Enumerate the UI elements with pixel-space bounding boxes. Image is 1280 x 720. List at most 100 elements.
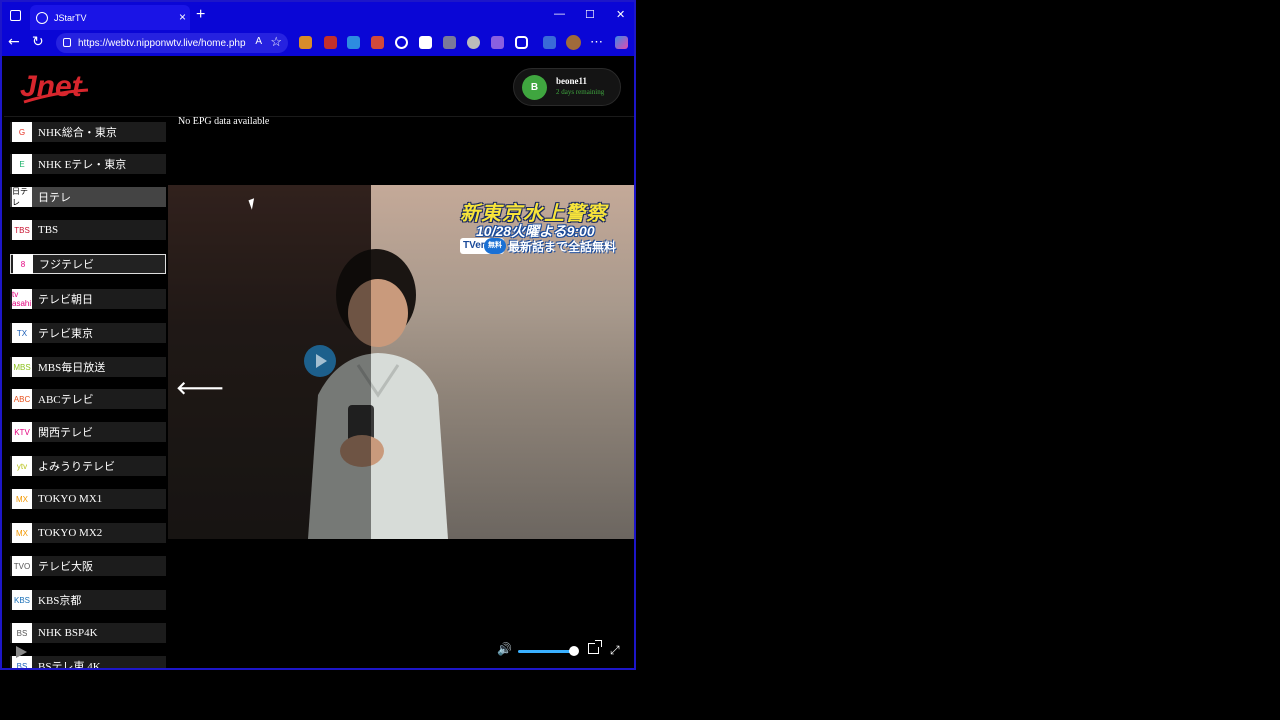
avatar: B xyxy=(522,75,547,100)
close-button[interactable]: ✕ xyxy=(616,8,625,21)
channel-label: 日テレ xyxy=(38,192,71,204)
channel-logo-icon: E xyxy=(12,154,32,174)
video-player[interactable]: 新東京水上警察 10/28火曜よる9:00 TVer 無料 最新話まで全話無料 xyxy=(168,185,634,539)
tab-jstartv[interactable]: JStarTV × xyxy=(30,5,190,30)
channel-label: NHK BSP4K xyxy=(38,627,98,639)
tver-logo: TVer 無料 xyxy=(460,238,506,254)
video-left-shade xyxy=(168,185,371,539)
volume-slider[interactable] xyxy=(518,650,574,653)
epg-message: No EPG data available xyxy=(178,116,270,127)
channel-logo-icon: KTV xyxy=(12,422,32,442)
channel-label: テレビ朝日 xyxy=(38,294,93,306)
refresh-icon[interactable]: ↻ xyxy=(32,34,44,50)
address-bar-row: ← ↻ https://webtv.nipponwtv.live/home.ph… xyxy=(2,30,634,56)
extension-puzzle-icon[interactable] xyxy=(515,36,528,49)
extension-manage-icon[interactable] xyxy=(543,36,556,49)
subscription-status: 2 days remaining xyxy=(556,88,605,96)
svg-text:Jnet: Jnet xyxy=(20,70,84,103)
channel-item[interactable]: ytv よみうりテレビ xyxy=(10,456,166,476)
more-menu-icon[interactable]: ⋯ xyxy=(590,34,603,50)
user-badge[interactable]: B beone11 2 days remaining xyxy=(513,68,621,106)
channel-item[interactable]: 日テレ 日テレ xyxy=(10,187,166,207)
tab-actions-icon[interactable] xyxy=(10,10,21,21)
channel-logo-icon: TX xyxy=(12,323,32,343)
extension-red-icon[interactable] xyxy=(371,36,384,49)
volume-icon[interactable]: 🔊 xyxy=(497,642,512,656)
extension-translate-icon[interactable] xyxy=(347,36,360,49)
extension-ublock-icon[interactable] xyxy=(324,36,337,49)
channel-item[interactable]: ABC ABCテレビ xyxy=(10,389,166,409)
header-divider xyxy=(4,116,634,117)
fullscreen-icon[interactable]: ⤢ xyxy=(610,643,620,658)
channel-item[interactable]: MX TOKYO MX1 xyxy=(10,489,166,509)
favorite-star-icon[interactable]: ☆ xyxy=(270,34,282,50)
extension-circle-icon[interactable] xyxy=(395,36,408,49)
channel-list[interactable]: G NHK総合・東京 E NHK Eテレ・東京 日テレ 日テレ TBS TBS 8 フジテレビ tv… xyxy=(10,120,166,668)
channel-logo-icon: 日テレ xyxy=(12,187,32,207)
channel-item[interactable]: 8 フジテレビ xyxy=(10,254,166,274)
extension-v-icon[interactable] xyxy=(419,36,432,49)
channel-item[interactable]: MX TOKYO MX2 xyxy=(10,523,166,543)
channel-logo-icon: TVO xyxy=(12,556,32,576)
tab-title: JStarTV xyxy=(54,12,87,23)
show-promo-text: 最新話まで全話無料 xyxy=(508,240,617,254)
profile-avatar-icon[interactable] xyxy=(566,35,581,50)
channel-item[interactable]: KBS KBS京都 xyxy=(10,590,166,610)
url-text: https://webtv.nipponwtv.live/home.php xyxy=(78,37,246,49)
extension-shield-icon[interactable] xyxy=(467,36,480,49)
channel-logo-icon: MX xyxy=(12,523,32,543)
copilot-icon[interactable] xyxy=(615,36,628,49)
channel-label: MBS毎日放送 xyxy=(38,362,106,374)
extension-pen-icon[interactable] xyxy=(491,36,504,49)
minimize-button[interactable]: — xyxy=(554,8,565,20)
back-arrow-icon[interactable]: ← xyxy=(8,34,20,50)
url-input[interactable]: https://webtv.nipponwtv.live/home.php A … xyxy=(56,33,288,53)
back-arrow-button[interactable]: 🡐 xyxy=(176,378,224,399)
channel-item[interactable]: BS NHK BSP4K xyxy=(10,623,166,643)
channel-label: KBS京都 xyxy=(38,595,82,607)
read-aloud-icon[interactable]: A xyxy=(255,36,262,47)
tab-bar: JStarTV × + — ☐ ✕ xyxy=(2,2,634,30)
channel-logo-icon: TBS xyxy=(12,220,32,240)
channel-label: テレビ東京 xyxy=(38,328,93,340)
maximize-button[interactable]: ☐ xyxy=(585,8,595,21)
channel-item[interactable]: tv asahi テレビ朝日 xyxy=(10,289,166,309)
extension-s-icon[interactable] xyxy=(443,36,456,49)
channel-label: 関西テレビ xyxy=(38,427,93,439)
channel-item[interactable]: TX テレビ東京 xyxy=(10,323,166,343)
tab-close-icon[interactable]: × xyxy=(179,10,186,24)
channel-logo-icon: ytv xyxy=(12,456,32,476)
channel-logo-icon: tv asahi xyxy=(12,289,32,309)
channel-logo-icon: KBS xyxy=(12,590,32,610)
extension-cookie-icon[interactable] xyxy=(299,36,312,49)
channel-item[interactable]: TBS TBS xyxy=(10,220,166,240)
channel-item[interactable]: BS BSテレ東 4K xyxy=(10,656,166,668)
channel-label: よみうりテレビ xyxy=(38,461,115,473)
channel-label: BSテレ東 4K xyxy=(38,661,101,668)
channel-label: NHK総合・東京 xyxy=(38,127,117,139)
channel-label: TOKYO MX2 xyxy=(38,527,103,539)
channel-logo-icon: BS xyxy=(12,623,32,643)
user-name: beone11 xyxy=(556,76,588,86)
channel-item[interactable]: G NHK総合・東京 xyxy=(10,122,166,142)
channel-label: ABCテレビ xyxy=(38,394,94,406)
tver-text: TVer xyxy=(463,240,485,251)
play-button[interactable] xyxy=(304,345,336,377)
globe-icon xyxy=(36,11,48,24)
channel-item[interactable]: E NHK Eテレ・東京 xyxy=(10,154,166,174)
channel-item[interactable]: KTV 関西テレビ xyxy=(10,422,166,442)
channel-label: TBS xyxy=(38,224,59,236)
channel-item[interactable]: TVO テレビ大阪 xyxy=(10,556,166,576)
channel-logo-icon: G xyxy=(12,122,32,142)
page-content: Jnet B beone11 2 days remaining No EPG d… xyxy=(4,56,634,668)
channel-logo-icon: ABC xyxy=(12,389,32,409)
volume-slider-handle[interactable] xyxy=(569,646,579,656)
channel-label: フジテレビ xyxy=(39,259,94,271)
jnet-logo[interactable]: Jnet xyxy=(16,62,96,110)
popout-icon[interactable] xyxy=(588,640,602,654)
channel-item[interactable]: MBS MBS毎日放送 xyxy=(10,357,166,377)
lock-icon xyxy=(63,38,71,47)
new-tab-button[interactable]: + xyxy=(196,6,205,24)
channel-logo-icon: 8 xyxy=(13,254,33,274)
play-icon[interactable] xyxy=(16,646,27,658)
